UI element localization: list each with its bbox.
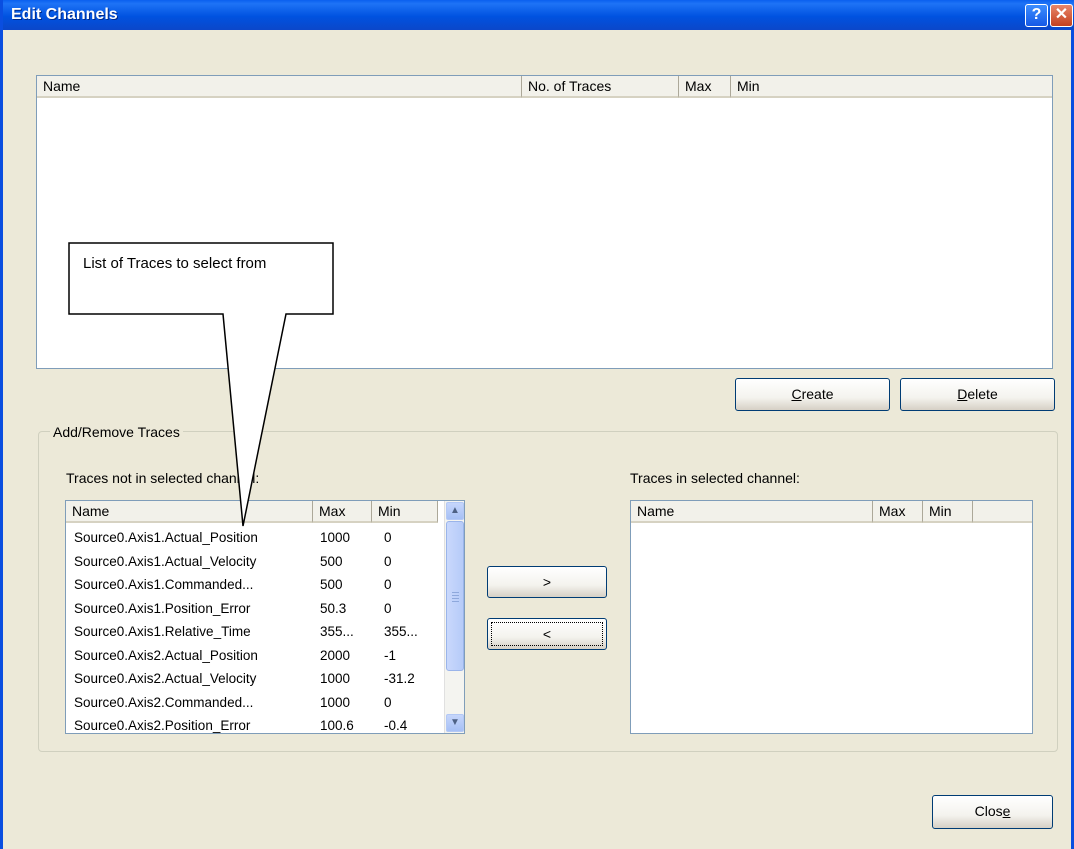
trace-name-cell: Source0.Axis1.Actual_Velocity [74, 553, 257, 569]
selected-column-filler [973, 501, 1032, 523]
trace-name-cell: Source0.Axis1.Position_Error [74, 600, 251, 616]
selected-traces-label: Traces in selected channel: [630, 470, 800, 486]
trace-min-cell: 0 [384, 694, 392, 710]
selected-column-name[interactable]: Name [631, 501, 873, 523]
table-row[interactable]: Source0.Axis2.Position_Error 100.6 -0.4 [74, 717, 444, 733]
trace-name-cell: Source0.Axis2.Commanded... [74, 694, 254, 710]
scroll-thumb-grip [452, 598, 459, 599]
trace-max-cell: 355... [320, 624, 354, 639]
trace-min-cell: 0 [384, 600, 392, 616]
trace-name-cell: Source0.Axis1.Commanded... [74, 577, 254, 592]
trace-max-cell: 100.6 [320, 718, 354, 733]
table-row[interactable]: Source0.Axis2.Actual_Position 2000 -1 [74, 647, 444, 664]
table-row[interactable]: Source0.Axis1.Position_Error 50.3 0 [74, 600, 444, 617]
column-header-max[interactable]: Max [679, 76, 731, 98]
trace-max-cell: 500 [320, 577, 343, 592]
trace-min-cell: 0 [384, 553, 392, 569]
remove-trace-button[interactable]: < [487, 618, 607, 650]
trace-max-cell: 1000 [320, 694, 351, 710]
available-column-max[interactable]: Max [313, 501, 372, 523]
trace-name-cell: Source0.Axis1.Actual_Position [74, 530, 258, 545]
callout-text: List of Traces to select from [83, 255, 267, 272]
table-row[interactable]: Source0.Axis1.Relative_Time 355... 355... [74, 623, 444, 640]
trace-max-cell: 500 [320, 553, 343, 569]
trace-min-cell: -0.4 [384, 718, 408, 733]
trace-name-cell: Source0.Axis1.Relative_Time [74, 624, 251, 639]
trace-max-cell: 50.3 [320, 600, 347, 616]
table-row[interactable]: Source0.Axis2.Commanded... 1000 0 [74, 694, 444, 711]
focus-rectangle [491, 622, 603, 646]
table-row[interactable]: Source0.Axis1.Actual_Position 1000 0 [74, 529, 444, 546]
window-title: Edit Channels [11, 6, 118, 23]
scroll-thumb-grip [452, 595, 459, 596]
trace-max-cell: 2000 [320, 647, 351, 663]
close-label: Clos [974, 803, 1003, 819]
trace-min-cell: 0 [384, 530, 392, 545]
available-traces-rows: Source0.Axis1.Actual_Position 1000 0 Source… [74, 524, 444, 733]
create-label: reate [801, 386, 834, 402]
scroll-up-arrow-icon[interactable]: ▲ [446, 502, 464, 520]
delete-mnemonic: D [957, 386, 968, 402]
selected-traces-list[interactable]: Name Max Min [630, 500, 1033, 734]
available-traces-list[interactable]: Name Max Min Source0.Axis1.Actual_Positi… [65, 500, 465, 734]
trace-min-cell: 0 [384, 577, 392, 592]
scroll-thumb[interactable] [446, 521, 464, 671]
available-column-min[interactable]: Min [372, 501, 438, 523]
trace-min-cell: -31.2 [384, 671, 415, 686]
scroll-thumb-grip [452, 601, 459, 602]
add-trace-button[interactable]: > [487, 566, 607, 598]
table-row[interactable]: Source0.Axis1.Commanded... 500 0 [74, 576, 444, 593]
selected-column-max[interactable]: Max [873, 501, 923, 523]
create-button[interactable]: Create [735, 378, 890, 411]
close-button[interactable]: Close [932, 795, 1053, 829]
delete-label: elete [967, 386, 998, 402]
close-mnemonic: e [1002, 803, 1011, 819]
available-column-name[interactable]: Name [66, 501, 313, 523]
edit-channels-dialog: Edit Channels ? ✕ Name No. of Traces Max… [0, 0, 1074, 849]
group-title: Add/Remove Traces [50, 424, 183, 440]
column-header-name[interactable]: Name [37, 76, 522, 98]
trace-min-cell: -1 [384, 647, 397, 663]
close-icon[interactable]: ✕ [1050, 4, 1073, 27]
selected-column-min[interactable]: Min [923, 501, 973, 523]
vertical-scrollbar[interactable]: ▲ ▼ [444, 501, 464, 733]
column-header-min[interactable]: Min [731, 76, 1052, 98]
column-header-no-of-traces[interactable]: No. of Traces [522, 76, 679, 98]
available-traces-label: Traces not in selected channel: [66, 470, 260, 486]
table-row[interactable]: Source0.Axis1.Actual_Velocity 500 0 [74, 553, 444, 570]
trace-max-cell: 1000 [320, 530, 351, 545]
title-bar: Edit Channels ? ✕ [3, 0, 1074, 30]
trace-name-cell: Source0.Axis2.Actual_Position [74, 647, 258, 663]
delete-button[interactable]: Delete [900, 378, 1055, 411]
trace-min-cell: 355... [384, 624, 418, 639]
scroll-thumb-grip [452, 592, 459, 593]
trace-name-cell: Source0.Axis2.Actual_Velocity [74, 671, 257, 686]
table-row[interactable]: Source0.Axis2.Actual_Velocity 1000 -31.2 [74, 670, 444, 687]
create-mnemonic: C [791, 386, 802, 402]
scroll-down-arrow-icon[interactable]: ▼ [446, 714, 464, 732]
channels-list[interactable]: Name No. of Traces Max Min [36, 75, 1053, 369]
trace-max-cell: 1000 [320, 671, 351, 686]
help-icon[interactable]: ? [1025, 4, 1048, 27]
trace-name-cell: Source0.Axis2.Position_Error [74, 718, 251, 733]
